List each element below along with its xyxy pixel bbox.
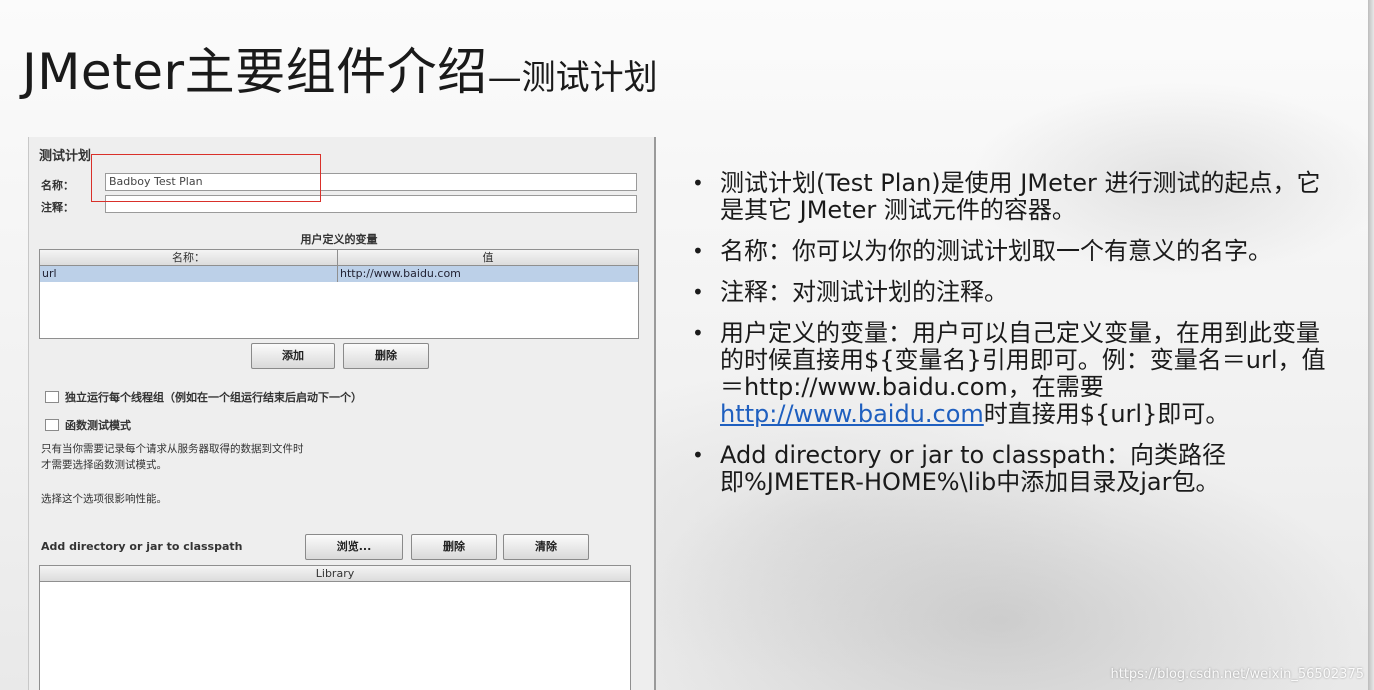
- highlight-box: [91, 154, 321, 202]
- add-button[interactable]: 添加: [251, 343, 335, 369]
- name-label: 名称：: [41, 179, 74, 192]
- table-row[interactable]: url http://www.baidu.com: [40, 266, 638, 282]
- watermark: https://blog.csdn.net/weixin_56502375: [1110, 667, 1364, 682]
- bullet-test-plan: 测试计划(Test Plan)是使用 JMeter 进行测试的起点，它是其它 J…: [690, 170, 1330, 224]
- column-header-value[interactable]: 值: [338, 250, 638, 265]
- slide-title: JMeter主要组件介绍—测试计划: [22, 32, 658, 104]
- performance-note: 选择这个选项很影响性能。: [41, 493, 167, 505]
- comment-label: 注释：: [41, 201, 74, 214]
- user-defined-variables-table: 名称： 值 url http://www.baidu.com: [39, 249, 639, 339]
- jmeter-test-plan-panel: 测试计划 名称： Badboy Test Plan 注释： 用户定义的变量 名称…: [28, 137, 656, 690]
- serialize-label: 独立运行每个线程组（例如在一个组运行结束后启动下一个）: [65, 391, 362, 404]
- library-table-header: Library: [40, 566, 630, 582]
- library-table: Library: [39, 565, 631, 690]
- udv-text-before: 用户定义的变量：用户可以自己定义变量，在用到此变量的时候直接用${变量名}引用即…: [720, 319, 1326, 401]
- bullet-name: 名称：你可以为你的测试计划取一个有意义的名字。: [690, 238, 1330, 266]
- baidu-link[interactable]: http://www.baidu.com: [720, 400, 984, 428]
- classpath-label: Add directory or jar to classpath: [41, 540, 243, 553]
- functional-mode-label: 函数测试模式: [65, 419, 131, 432]
- library-column-header[interactable]: Library: [40, 566, 630, 581]
- serialize-checkbox[interactable]: [45, 391, 59, 403]
- udv-text-after: 时直接用${url}即可。: [983, 400, 1230, 428]
- functional-note-line-2: 才需要选择函数测试模式。: [41, 459, 167, 471]
- functional-mode-checkbox[interactable]: [45, 419, 59, 431]
- browse-button[interactable]: 浏览...: [305, 534, 403, 560]
- variable-value-cell[interactable]: http://www.baidu.com: [338, 266, 638, 282]
- bullet-user-defined-variables: 用户定义的变量：用户可以自己定义变量，在用到此变量的时候直接用${变量名}引用即…: [690, 320, 1330, 428]
- bullet-comment: 注释：对测试计划的注释。: [690, 279, 1330, 307]
- serialize-threadgroups-option[interactable]: 独立运行每个线程组（例如在一个组运行结束后启动下一个）: [45, 389, 362, 405]
- bullet-list: 测试计划(Test Plan)是使用 JMeter 进行测试的起点，它是其它 J…: [690, 170, 1330, 510]
- classpath-delete-button[interactable]: 删除: [411, 534, 497, 560]
- classpath-clear-button[interactable]: 清除: [503, 534, 589, 560]
- delete-button[interactable]: 删除: [343, 343, 429, 369]
- slide-title-sub: —测试计划: [487, 58, 658, 98]
- user-defined-variables-title: 用户定义的变量: [300, 233, 378, 246]
- functional-mode-option[interactable]: 函数测试模式: [45, 417, 131, 433]
- window-right-edge: [1368, 0, 1374, 690]
- bullet-classpath: Add directory or jar to classpath：向类路径即%…: [690, 442, 1330, 496]
- functional-note-line-1: 只有当你需要记录每个请求从服务器取得的数据到文件时: [41, 443, 304, 455]
- column-header-name[interactable]: 名称：: [40, 250, 338, 265]
- variable-name-cell[interactable]: url: [40, 266, 338, 282]
- slide-title-main: JMeter主要组件介绍: [22, 43, 488, 101]
- table-header: 名称： 值: [40, 250, 638, 266]
- panel-heading: 测试计划: [39, 149, 92, 164]
